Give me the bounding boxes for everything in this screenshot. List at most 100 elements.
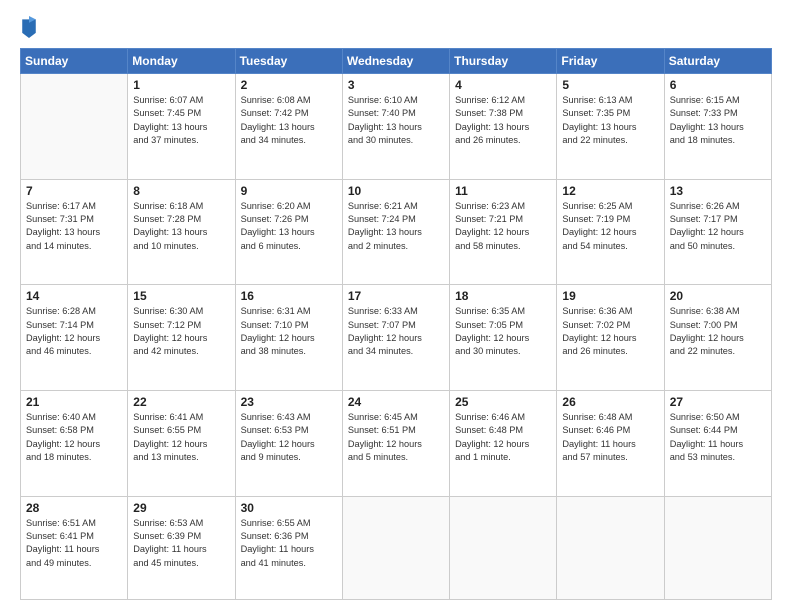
day-info: Sunrise: 6:08 AM Sunset: 7:42 PM Dayligh… [241, 94, 337, 147]
day-info: Sunrise: 6:46 AM Sunset: 6:48 PM Dayligh… [455, 411, 551, 464]
day-info: Sunrise: 6:28 AM Sunset: 7:14 PM Dayligh… [26, 305, 122, 358]
header [20, 16, 772, 38]
calendar-cell: 3 Sunrise: 6:10 AM Sunset: 7:40 PM Daylig… [342, 74, 449, 180]
weekday-header: Thursday [450, 49, 557, 74]
day-info: Sunrise: 6:55 AM Sunset: 6:36 PM Dayligh… [241, 517, 337, 570]
calendar-cell [342, 496, 449, 600]
day-info: Sunrise: 6:15 AM Sunset: 7:33 PM Dayligh… [670, 94, 766, 147]
day-info: Sunrise: 6:25 AM Sunset: 7:19 PM Dayligh… [562, 200, 658, 253]
day-info: Sunrise: 6:50 AM Sunset: 6:44 PM Dayligh… [670, 411, 766, 464]
header-row: SundayMondayTuesdayWednesdayThursdayFrid… [21, 49, 772, 74]
calendar-cell: 27 Sunrise: 6:50 AM Sunset: 6:44 PM Dayli… [664, 390, 771, 496]
day-info: Sunrise: 6:38 AM Sunset: 7:00 PM Dayligh… [670, 305, 766, 358]
weekday-header: Sunday [21, 49, 128, 74]
day-number: 3 [348, 78, 444, 92]
calendar-cell: 21Sunrise: 6:40 AM Sunset: 6:58 PM Dayli… [21, 390, 128, 496]
calendar-week-row: 28 Sunrise: 6:51 AM Sunset: 6:41 PM Dayli… [21, 496, 772, 600]
day-info: Sunrise: 6:51 AM Sunset: 6:41 PM Dayligh… [26, 517, 122, 570]
calendar-cell: 1 Sunrise: 6:07 AM Sunset: 7:45 PM Daylig… [128, 74, 235, 180]
day-info: Sunrise: 6:26 AM Sunset: 7:17 PM Dayligh… [670, 200, 766, 253]
day-info: Sunrise: 6:33 AM Sunset: 7:07 PM Dayligh… [348, 305, 444, 358]
calendar-cell: 4Sunrise: 6:12 AM Sunset: 7:38 PM Daylig… [450, 74, 557, 180]
day-number: 5 [562, 78, 658, 92]
day-info: Sunrise: 6:31 AM Sunset: 7:10 PM Dayligh… [241, 305, 337, 358]
day-number: 11 [455, 184, 551, 198]
day-info: Sunrise: 6:07 AM Sunset: 7:45 PM Dayligh… [133, 94, 229, 147]
calendar-week-row: 21Sunrise: 6:40 AM Sunset: 6:58 PM Dayli… [21, 390, 772, 496]
calendar-cell: 10 Sunrise: 6:21 AM Sunset: 7:24 PM Dayli… [342, 179, 449, 285]
day-info: Sunrise: 6:45 AM Sunset: 6:51 PM Dayligh… [348, 411, 444, 464]
day-info: Sunrise: 6:30 AM Sunset: 7:12 PM Dayligh… [133, 305, 229, 358]
calendar-cell: 18Sunrise: 6:35 AM Sunset: 7:05 PM Dayli… [450, 285, 557, 391]
day-number: 2 [241, 78, 337, 92]
day-number: 13 [670, 184, 766, 198]
calendar-cell [450, 496, 557, 600]
day-number: 8 [133, 184, 229, 198]
day-number: 25 [455, 395, 551, 409]
day-number: 23 [241, 395, 337, 409]
calendar-week-row: 14 Sunrise: 6:28 AM Sunset: 7:14 PM Dayli… [21, 285, 772, 391]
day-info: Sunrise: 6:18 AM Sunset: 7:28 PM Dayligh… [133, 200, 229, 253]
weekday-header: Tuesday [235, 49, 342, 74]
calendar-cell: 26 Sunrise: 6:48 AM Sunset: 6:46 PM Dayli… [557, 390, 664, 496]
calendar-cell: 2 Sunrise: 6:08 AM Sunset: 7:42 PM Daylig… [235, 74, 342, 180]
day-number: 7 [26, 184, 122, 198]
calendar-cell [21, 74, 128, 180]
logo-icon [20, 16, 38, 38]
weekday-header: Wednesday [342, 49, 449, 74]
calendar-cell: 28 Sunrise: 6:51 AM Sunset: 6:41 PM Dayli… [21, 496, 128, 600]
calendar-cell: 19Sunrise: 6:36 AM Sunset: 7:02 PM Dayli… [557, 285, 664, 391]
day-number: 26 [562, 395, 658, 409]
day-number: 17 [348, 289, 444, 303]
calendar-cell: 7 Sunrise: 6:17 AM Sunset: 7:31 PM Daylig… [21, 179, 128, 285]
calendar-cell: 6Sunrise: 6:15 AM Sunset: 7:33 PM Daylig… [664, 74, 771, 180]
day-info: Sunrise: 6:20 AM Sunset: 7:26 PM Dayligh… [241, 200, 337, 253]
day-info: Sunrise: 6:53 AM Sunset: 6:39 PM Dayligh… [133, 517, 229, 570]
day-number: 24 [348, 395, 444, 409]
page: SundayMondayTuesdayWednesdayThursdayFrid… [0, 0, 792, 612]
calendar-cell: 9 Sunrise: 6:20 AM Sunset: 7:26 PM Daylig… [235, 179, 342, 285]
day-number: 16 [241, 289, 337, 303]
calendar-cell: 5 Sunrise: 6:13 AM Sunset: 7:35 PM Daylig… [557, 74, 664, 180]
calendar-cell: 22Sunrise: 6:41 AM Sunset: 6:55 PM Dayli… [128, 390, 235, 496]
calendar-week-row: 7 Sunrise: 6:17 AM Sunset: 7:31 PM Daylig… [21, 179, 772, 285]
day-number: 30 [241, 501, 337, 515]
calendar-cell: 15 Sunrise: 6:30 AM Sunset: 7:12 PM Dayli… [128, 285, 235, 391]
day-number: 22 [133, 395, 229, 409]
weekday-header: Friday [557, 49, 664, 74]
day-number: 14 [26, 289, 122, 303]
day-info: Sunrise: 6:40 AM Sunset: 6:58 PM Dayligh… [26, 411, 122, 464]
day-number: 27 [670, 395, 766, 409]
day-info: Sunrise: 6:35 AM Sunset: 7:05 PM Dayligh… [455, 305, 551, 358]
weekday-header: Monday [128, 49, 235, 74]
calendar-cell: 30 Sunrise: 6:55 AM Sunset: 6:36 PM Dayli… [235, 496, 342, 600]
calendar-cell: 17 Sunrise: 6:33 AM Sunset: 7:07 PM Dayli… [342, 285, 449, 391]
logo [20, 16, 44, 38]
calendar-cell: 29 Sunrise: 6:53 AM Sunset: 6:39 PM Dayli… [128, 496, 235, 600]
calendar-cell: 13 Sunrise: 6:26 AM Sunset: 7:17 PM Dayli… [664, 179, 771, 285]
day-info: Sunrise: 6:13 AM Sunset: 7:35 PM Dayligh… [562, 94, 658, 147]
day-info: Sunrise: 6:21 AM Sunset: 7:24 PM Dayligh… [348, 200, 444, 253]
day-number: 12 [562, 184, 658, 198]
calendar-cell [557, 496, 664, 600]
day-number: 1 [133, 78, 229, 92]
calendar-cell: 23 Sunrise: 6:43 AM Sunset: 6:53 PM Dayli… [235, 390, 342, 496]
calendar-cell: 25 Sunrise: 6:46 AM Sunset: 6:48 PM Dayli… [450, 390, 557, 496]
day-number: 29 [133, 501, 229, 515]
day-info: Sunrise: 6:23 AM Sunset: 7:21 PM Dayligh… [455, 200, 551, 253]
day-number: 9 [241, 184, 337, 198]
calendar-week-row: 1 Sunrise: 6:07 AM Sunset: 7:45 PM Daylig… [21, 74, 772, 180]
calendar-cell: 12 Sunrise: 6:25 AM Sunset: 7:19 PM Dayli… [557, 179, 664, 285]
calendar-cell: 11 Sunrise: 6:23 AM Sunset: 7:21 PM Dayli… [450, 179, 557, 285]
calendar-cell: 14 Sunrise: 6:28 AM Sunset: 7:14 PM Dayli… [21, 285, 128, 391]
day-info: Sunrise: 6:17 AM Sunset: 7:31 PM Dayligh… [26, 200, 122, 253]
day-number: 10 [348, 184, 444, 198]
day-info: Sunrise: 6:43 AM Sunset: 6:53 PM Dayligh… [241, 411, 337, 464]
day-info: Sunrise: 6:10 AM Sunset: 7:40 PM Dayligh… [348, 94, 444, 147]
day-info: Sunrise: 6:36 AM Sunset: 7:02 PM Dayligh… [562, 305, 658, 358]
calendar-cell: 8 Sunrise: 6:18 AM Sunset: 7:28 PM Daylig… [128, 179, 235, 285]
day-number: 15 [133, 289, 229, 303]
day-info: Sunrise: 6:12 AM Sunset: 7:38 PM Dayligh… [455, 94, 551, 147]
day-info: Sunrise: 6:48 AM Sunset: 6:46 PM Dayligh… [562, 411, 658, 464]
day-number: 28 [26, 501, 122, 515]
